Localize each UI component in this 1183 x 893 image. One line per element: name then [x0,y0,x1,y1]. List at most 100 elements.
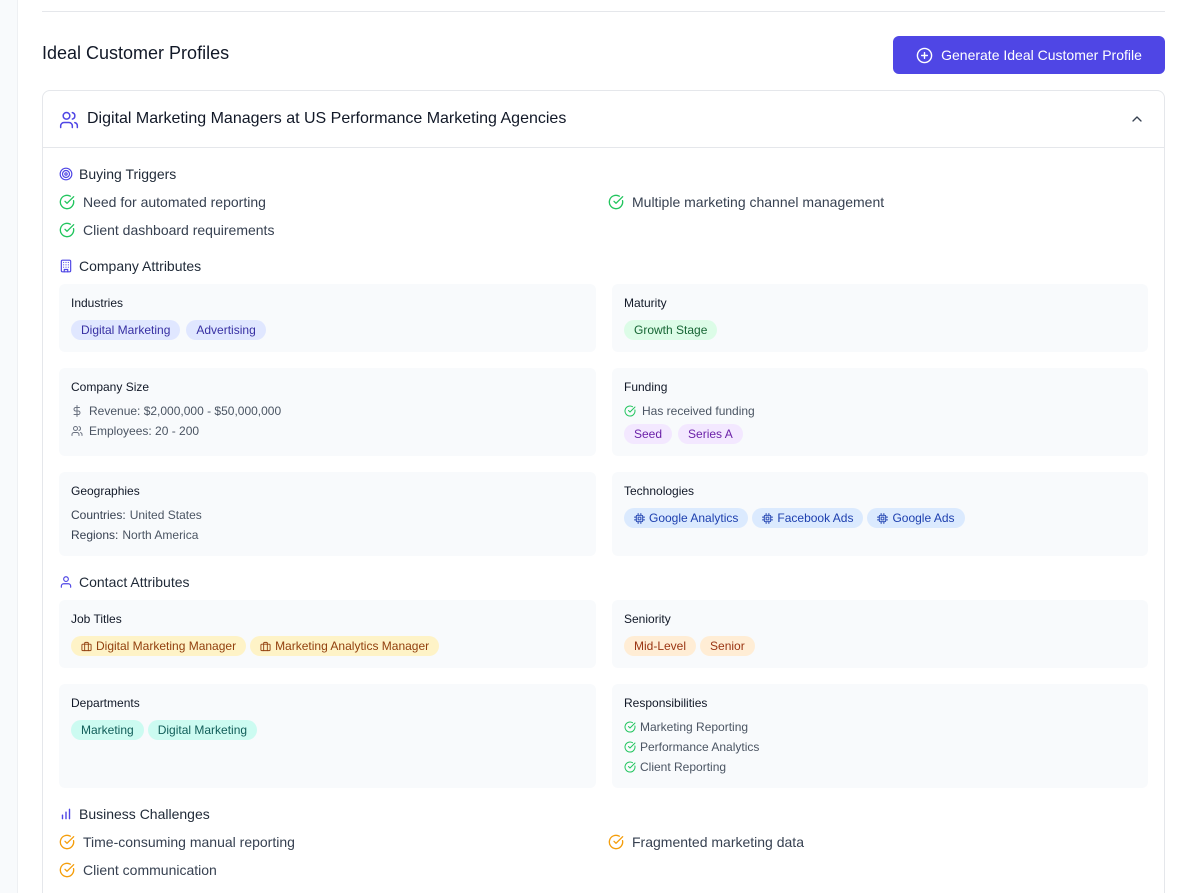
revenue-text: Revenue: $2,000,000 - $50,000,000 [89,404,282,418]
funding-box: Funding Has received funding Seed Series… [612,368,1148,456]
check-circle-icon [59,194,75,210]
page-title: Ideal Customer Profiles [42,43,230,63]
business-challenges-heading: Business Challenges [59,806,210,822]
job-title-name: Marketing Analytics Manager [275,639,430,653]
seniority-box: Seniority Mid-Level Senior [612,600,1148,668]
profile-title: Digital Marketing Managers at US Perform… [87,110,567,127]
check-circle-icon [608,194,624,210]
countries-line: Countries: United States [71,508,202,522]
responsibility-item: Marketing Reporting [624,720,748,734]
company-attributes-heading: Company Attributes [59,258,201,274]
technology-name: Google Ads [892,511,955,525]
departments-label: Departments [71,696,140,710]
regions-value: North America [122,528,199,542]
maturity-label: Maturity [624,296,667,310]
target-icon [59,167,73,181]
trigger-item: Client dashboard requirements [59,222,274,238]
maturity-tag: Growth Stage [624,320,718,340]
company-size-label: Company Size [71,380,150,394]
seniority-tag: Senior [700,636,755,656]
challenge-item: Fragmented marketing data [608,834,804,850]
technologies-tags: Google Analytics Facebook Ads Google Ads [624,508,965,528]
employees-line: Employees: 20 - 200 [71,424,199,438]
check-circle-icon [624,405,636,417]
departments-tags: Marketing Digital Marketing [71,720,258,740]
revenue-line: Revenue: $2,000,000 - $50,000,000 [71,404,281,418]
plus-circle-icon [916,47,933,63]
responsibility-text: Marketing Reporting [640,720,749,734]
users-icon [71,426,83,436]
briefcase-icon [81,641,92,651]
regions-label: Regions: [71,528,119,542]
seniority-tag: Mid-Level [624,636,697,656]
geographies-box: Geographies Countries: United States Reg… [59,472,596,556]
company-size-box: Company Size Revenue: $2,000,000 - $50,0… [59,368,596,456]
profile-card: Digital Marketing Managers at US Perform… [42,90,1165,893]
top-divider [42,11,1165,12]
funding-status: Has received funding [624,404,755,418]
buying-triggers-title: Buying Triggers [79,166,177,182]
contact-attributes-title: Contact Attributes [79,574,190,590]
challenge-text: Time-consuming manual reporting [83,834,295,850]
chevron-up-icon[interactable] [1129,111,1145,127]
funding-tags: Seed Series A [624,424,743,444]
department-tag: Digital Marketing [147,720,258,740]
technologies-label: Technologies [624,484,695,498]
job-title-tag: Marketing Analytics Manager [250,636,440,656]
trigger-text: Multiple marketing channel management [632,194,885,210]
responsibility-item: Client Reporting [624,760,726,774]
industries-box: Industries Digital Marketing Advertising [59,284,596,352]
funding-tag: Seed [624,424,673,444]
trigger-item: Need for automated reporting [59,194,266,210]
technology-tag: Facebook Ads [752,508,864,528]
job-title-name: Digital Marketing Manager [96,639,237,653]
industries-tags: Digital Marketing Advertising [71,320,266,340]
challenge-item: Client communication [59,862,217,878]
industry-tag: Digital Marketing [71,320,181,340]
trigger-text: Client dashboard requirements [83,222,275,238]
business-challenges-title: Business Challenges [79,806,210,822]
generate-icp-button[interactable]: Generate Ideal Customer Profile [893,36,1165,74]
check-circle-icon [59,222,75,238]
cpu-icon [634,512,645,524]
check-circle-icon [59,862,75,878]
technology-name: Google Analytics [649,511,739,525]
check-circle-icon [59,834,75,850]
job-titles-tags: Digital Marketing Manager Marketing Anal… [71,636,440,656]
cpu-icon [762,512,774,524]
contact-attributes-heading: Contact Attributes [59,574,190,590]
dollar-icon [73,405,81,417]
departments-box: Departments Marketing Digital Marketing [59,684,596,788]
check-circle-icon [624,741,636,753]
seniority-tags: Mid-Level Senior [624,636,755,656]
job-titles-box: Job Titles Digital Marketing Manager Mar… [59,600,596,668]
employees-text: Employees: 20 - 200 [89,424,200,438]
technology-name: Facebook Ads [777,511,854,525]
generate-icp-label: Generate Ideal Customer Profile [941,47,1142,63]
technology-tag: Google Analytics [624,508,749,528]
company-attributes-title: Company Attributes [79,258,202,274]
countries-value: United States [129,508,202,522]
challenge-text: Client communication [83,862,217,878]
check-circle-icon [624,761,636,773]
responsibilities-box: Responsibilities Marketing Reporting Per… [612,684,1148,788]
trigger-item: Multiple marketing channel management [608,194,884,210]
users-icon [59,111,79,129]
geographies-label: Geographies [71,484,140,498]
profile-card-header[interactable]: Digital Marketing Managers at US Perform… [43,91,1164,148]
trigger-text: Need for automated reporting [83,194,266,210]
check-circle-icon [624,721,636,733]
funding-tag: Series A [678,424,743,444]
industries-label: Industries [71,296,124,310]
responsibility-item: Performance Analytics [624,740,759,754]
industry-tag: Advertising [186,320,266,340]
regions-line: Regions: North America [71,528,198,542]
funding-label: Funding [624,380,668,394]
bar-chart-icon [61,808,71,820]
cpu-icon [877,512,889,524]
maturity-tags: Growth Stage [624,320,718,340]
department-tag: Marketing [71,720,144,740]
seniority-label: Seniority [624,612,671,626]
buying-triggers-heading: Buying Triggers [59,166,176,182]
job-title-tag: Digital Marketing Manager [71,636,247,656]
